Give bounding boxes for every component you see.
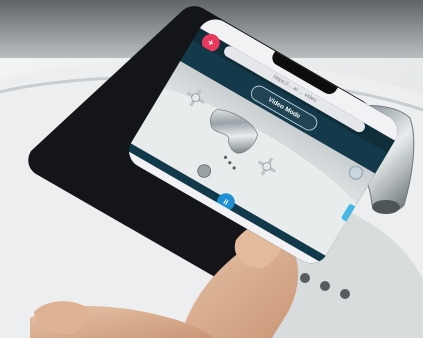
plus-icon: + bbox=[205, 36, 217, 49]
real-overflow-hole bbox=[340, 289, 350, 299]
real-faucet-spout bbox=[372, 200, 400, 214]
real-overflow-hole bbox=[300, 273, 310, 283]
real-overflow-hole bbox=[320, 281, 330, 291]
